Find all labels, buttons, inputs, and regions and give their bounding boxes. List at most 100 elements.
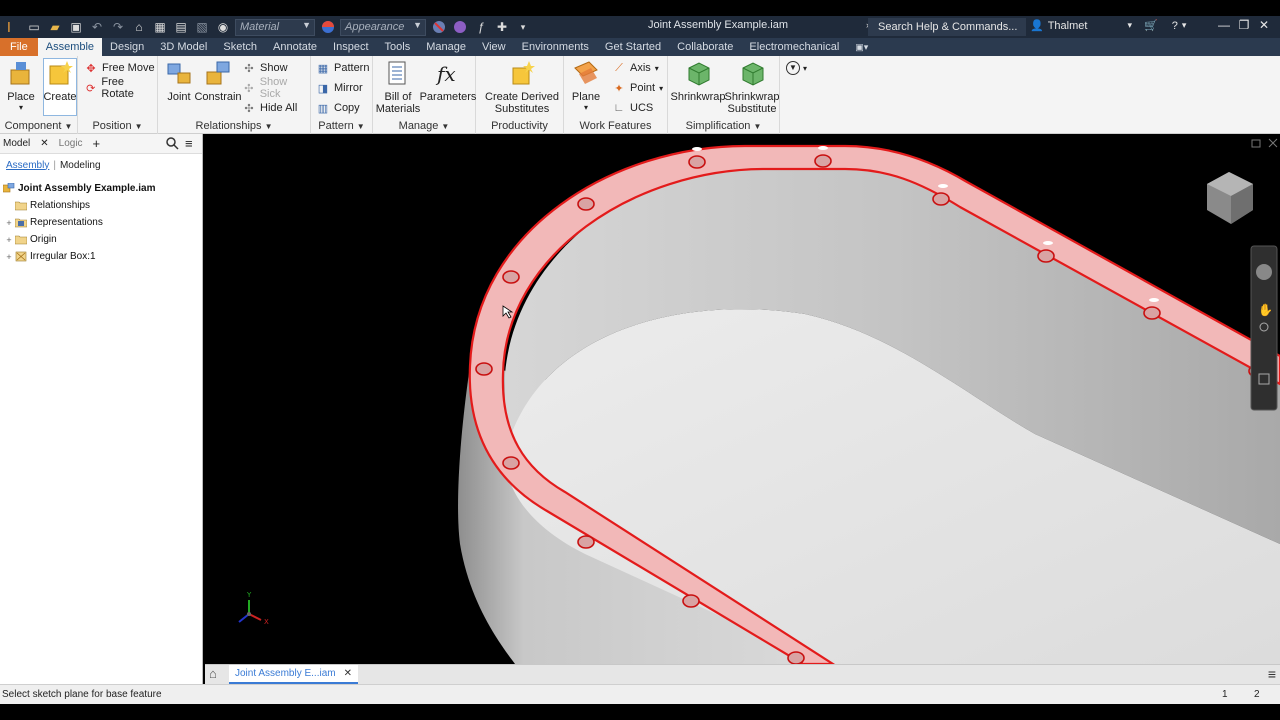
bill-of-materials-button[interactable]: Bill of Materials bbox=[375, 59, 421, 115]
tree-item-irregular-box[interactable]: + Irregular Box:1 bbox=[0, 248, 202, 265]
add-tab-icon[interactable]: + bbox=[93, 136, 101, 151]
viewcube[interactable] bbox=[1207, 172, 1253, 224]
search-icon[interactable] bbox=[166, 137, 179, 153]
close-viewport-icon[interactable] bbox=[1268, 138, 1278, 148]
search-help-input[interactable]: Search Help & Commands... bbox=[868, 18, 1026, 36]
graphics-viewport[interactable]: Y X ✋ bbox=[205, 134, 1280, 664]
pattern-button[interactable]: ▦ Pattern bbox=[316, 59, 370, 77]
tab-annotate[interactable]: Annotate bbox=[265, 38, 325, 56]
adjust-icon[interactable] bbox=[451, 18, 469, 36]
select-icon[interactable]: ▤ bbox=[172, 18, 190, 36]
ribbon-options-button[interactable]: ▼ ▾ bbox=[786, 59, 807, 77]
tab-tools[interactable]: Tools bbox=[377, 38, 419, 56]
tab-collaborate[interactable]: Collaborate bbox=[669, 38, 741, 56]
image-icon[interactable]: ▦ bbox=[151, 18, 169, 36]
fx-icon[interactable]: ƒ bbox=[472, 18, 490, 36]
tab-3d-model[interactable]: 3D Model bbox=[152, 38, 215, 56]
bolt-hole[interactable] bbox=[502, 270, 520, 284]
ucs-button[interactable]: ∟ UCS bbox=[612, 99, 654, 117]
bolt-hole[interactable] bbox=[475, 362, 493, 376]
tab-options-icon[interactable]: ▣▾ bbox=[847, 38, 876, 56]
app-menu-icon[interactable]: I bbox=[4, 18, 22, 36]
bolt-hole[interactable] bbox=[502, 456, 520, 470]
tab-get-started[interactable]: Get Started bbox=[597, 38, 669, 56]
tree-root[interactable]: Joint Assembly Example.iam bbox=[0, 180, 202, 197]
update-icon[interactable]: ▧ bbox=[193, 18, 211, 36]
tab-file[interactable]: File bbox=[0, 38, 38, 56]
show-button[interactable]: ✣ Show bbox=[242, 59, 287, 77]
user-account[interactable]: 👤 Thalmet ▾ 🛒 ? ▾ bbox=[1030, 19, 1186, 33]
pan-icon[interactable]: ✋ bbox=[1258, 303, 1273, 317]
globe-icon[interactable]: ◉ bbox=[214, 18, 232, 36]
panel-label-position[interactable]: Position ▼ bbox=[78, 120, 157, 132]
expand-icon[interactable]: + bbox=[5, 218, 13, 228]
tree-item-relationships[interactable]: Relationships bbox=[0, 197, 202, 214]
point-button[interactable]: ✦ Point ▾ bbox=[612, 79, 663, 97]
tab-sketch[interactable]: Sketch bbox=[215, 38, 265, 56]
panel-label-simplification[interactable]: Simplification ▼ bbox=[668, 120, 779, 132]
open-folder-icon[interactable]: ▰ bbox=[46, 18, 64, 36]
place-button[interactable]: Place ▾ bbox=[4, 59, 38, 112]
joint-button[interactable]: Joint bbox=[162, 59, 196, 103]
tree-item-origin[interactable]: + Origin bbox=[0, 231, 202, 248]
bolt-hole[interactable] bbox=[688, 155, 706, 169]
new-file-icon[interactable]: ▭ bbox=[25, 18, 43, 36]
tab-logic[interactable]: Logic bbox=[59, 138, 83, 149]
document-tab-joint-assembly[interactable]: Joint Assembly E...iam ✕ bbox=[229, 665, 358, 684]
clear-appearance-icon[interactable] bbox=[430, 18, 448, 36]
parameters-button[interactable]: fx Parameters bbox=[420, 59, 477, 103]
tree-item-representations[interactable]: + Representations bbox=[0, 214, 202, 231]
appearance-dropdown[interactable]: Appearance ▼ bbox=[340, 18, 426, 36]
tab-view[interactable]: View bbox=[474, 38, 514, 56]
undo-icon[interactable]: ↶ bbox=[88, 18, 106, 36]
bolt-hole[interactable] bbox=[682, 594, 700, 608]
restore-icon[interactable]: ❐ bbox=[1234, 18, 1254, 32]
bolt-hole[interactable] bbox=[1143, 306, 1161, 320]
panel-label-relationships[interactable]: Relationships ▼ bbox=[158, 120, 310, 132]
customize-dropdown-icon[interactable]: ▾ bbox=[514, 18, 532, 36]
redo-icon[interactable]: ↷ bbox=[109, 18, 127, 36]
tab-design[interactable]: Design bbox=[102, 38, 152, 56]
subtab-assembly[interactable]: Assembly bbox=[6, 160, 49, 171]
show-sick-button[interactable]: ✣ Show Sick bbox=[242, 76, 310, 100]
tab-inspect[interactable]: Inspect bbox=[325, 38, 376, 56]
copy-button[interactable]: ▥ Copy bbox=[316, 99, 360, 117]
material-dropdown[interactable]: Material ▼ bbox=[235, 18, 315, 36]
tab-assemble[interactable]: Assemble bbox=[37, 38, 103, 56]
bolt-hole[interactable] bbox=[814, 154, 832, 168]
save-icon[interactable]: ▣ bbox=[67, 18, 85, 36]
shrinkwrap-button[interactable]: Shrinkwrap bbox=[670, 59, 726, 103]
bolt-hole[interactable] bbox=[932, 192, 950, 206]
constrain-button[interactable]: Constrain bbox=[194, 59, 242, 103]
expand-icon[interactable]: + bbox=[5, 252, 13, 262]
panel-label-manage[interactable]: Manage ▼ bbox=[373, 120, 475, 132]
close-icon[interactable]: ✕ bbox=[344, 668, 352, 679]
free-move-button[interactable]: ✥ Free Move bbox=[84, 59, 154, 77]
maximize-viewport-icon[interactable] bbox=[1251, 139, 1261, 148]
minimize-icon[interactable]: — bbox=[1214, 18, 1234, 32]
expand-icon[interactable]: + bbox=[5, 235, 13, 245]
bolt-hole[interactable] bbox=[577, 535, 595, 549]
cart-icon[interactable]: 🛒 bbox=[1144, 19, 1158, 32]
plus-icon[interactable]: ✚ bbox=[493, 18, 511, 36]
home-icon[interactable]: ⌂ bbox=[130, 18, 148, 36]
close-icon[interactable]: ✕ bbox=[1254, 18, 1274, 32]
bolt-hole[interactable] bbox=[1037, 249, 1055, 263]
panel-label-component[interactable]: Component ▼ bbox=[0, 120, 77, 132]
menu-icon[interactable]: ≡ bbox=[185, 136, 193, 151]
tab-model[interactable]: Model bbox=[3, 138, 30, 149]
mirror-button[interactable]: ◨ Mirror bbox=[316, 79, 363, 97]
tab-environments[interactable]: Environments bbox=[514, 38, 597, 56]
tab-electromechanical[interactable]: Electromechanical bbox=[741, 38, 847, 56]
create-button[interactable]: Create bbox=[43, 58, 77, 116]
close-icon[interactable]: ✕ bbox=[40, 138, 48, 149]
home-tab-icon[interactable]: ⌂ bbox=[209, 666, 217, 681]
model-canvas[interactable]: Y X ✋ bbox=[205, 134, 1280, 664]
bolt-hole[interactable] bbox=[577, 197, 595, 211]
plane-button[interactable]: Plane ▾ bbox=[570, 59, 602, 112]
tab-manage[interactable]: Manage bbox=[418, 38, 474, 56]
tab-list-menu-icon[interactable]: ≡ bbox=[1268, 666, 1276, 682]
free-rotate-button[interactable]: ⟳ Free Rotate bbox=[84, 76, 157, 100]
hide-all-button[interactable]: ✣ Hide All bbox=[242, 99, 297, 117]
help-icon[interactable]: ? bbox=[1172, 20, 1178, 32]
